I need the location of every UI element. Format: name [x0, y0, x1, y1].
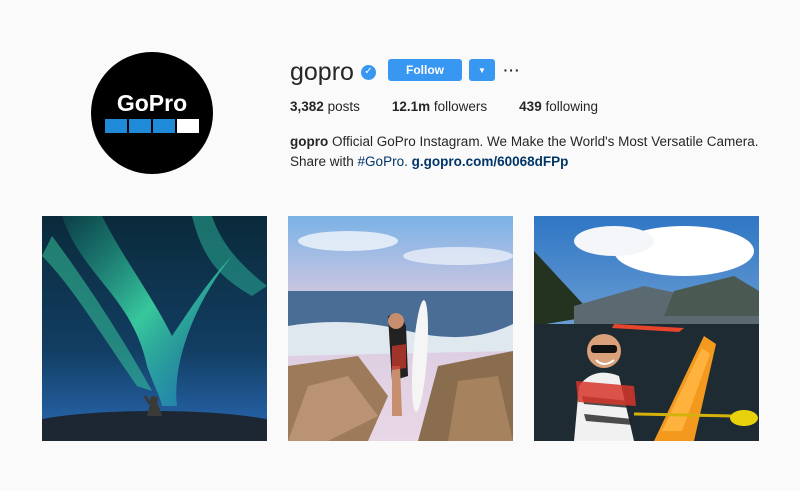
- post-thumbnail-kayak[interactable]: [534, 216, 759, 441]
- followers-count: 12.1m: [391, 99, 431, 114]
- profile-avatar[interactable]: GoPro: [91, 52, 213, 174]
- caret-down-icon[interactable]: ▼: [469, 59, 495, 81]
- stat-followers[interactable]: 12.1m followers: [392, 99, 487, 114]
- posts-count: 3,382: [290, 99, 324, 114]
- gopro-logo-text: GoPro: [116, 89, 188, 116]
- verified-badge-icon: ✓: [360, 64, 376, 80]
- bio-name: gopro: [290, 134, 329, 149]
- username: gopro: [290, 57, 354, 86]
- stat-posts: 3,382 posts: [290, 99, 360, 114]
- bio-hashtag[interactable]: #GoPro.: [358, 154, 408, 169]
- bio-link[interactable]: g.gopro.com/60068dFPp: [412, 154, 569, 169]
- more-options-icon[interactable]: ···: [504, 59, 520, 81]
- profile-stats: 3,382 posts 12.1m followers 439 followin…: [290, 99, 630, 114]
- following-label: following: [545, 99, 598, 114]
- follow-button[interactable]: Follow: [388, 59, 462, 81]
- bio-share-text: Share with: [290, 154, 358, 169]
- followers-label: followers: [433, 99, 488, 114]
- bio-line-1: gopro Official GoPro Instagram. We Make …: [290, 132, 770, 152]
- post-image-kayak: [534, 216, 759, 441]
- bio-text: Official GoPro Instagram. We Make the Wo…: [328, 134, 759, 149]
- stat-following[interactable]: 439 following: [519, 99, 598, 114]
- profile-bio: gopro Official GoPro Instagram. We Make …: [290, 132, 770, 172]
- gopro-logo-squares: [105, 118, 199, 133]
- post-image-surfer: [288, 216, 513, 441]
- post-thumbnail-aurora[interactable]: [42, 216, 267, 441]
- posts-label: posts: [327, 99, 360, 114]
- bio-line-2: Share with #GoPro. g.gopro.com/60068dFPp: [290, 152, 770, 172]
- following-count: 439: [519, 99, 542, 114]
- post-image-aurora: [42, 216, 267, 441]
- post-thumbnail-surfer[interactable]: [288, 216, 513, 441]
- username-row: gopro ✓: [290, 57, 376, 87]
